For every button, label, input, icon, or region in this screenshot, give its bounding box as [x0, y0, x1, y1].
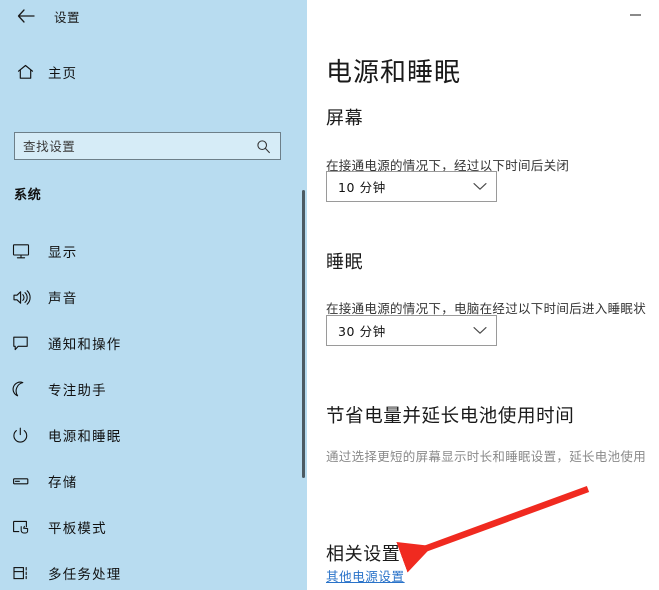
sidebar-section-header: 系统	[14, 188, 42, 203]
sidebar-item-multitasking[interactable]: 多任务处理	[0, 550, 296, 590]
sidebar-item-label: 声音	[48, 291, 78, 307]
search-icon[interactable]	[250, 139, 280, 154]
sidebar-scrollbar-thumb[interactable]	[302, 190, 305, 478]
back-button[interactable]	[8, 2, 44, 30]
sidebar-item-storage[interactable]: 存储	[0, 458, 296, 504]
related-settings-heading: 相关设置	[326, 544, 401, 565]
sidebar-item-label: 通知和操作	[48, 337, 122, 353]
back-arrow-icon	[17, 9, 35, 23]
sidebar-item-label: 专注助手	[48, 383, 107, 399]
minimize-icon	[629, 14, 641, 16]
screen-timeout-dropdown[interactable]: 10 分钟	[326, 171, 497, 202]
main-content: 电源和睡眠 屏幕 在接通电源的情况下，经过以下时间后关闭 10 分钟 睡眠 在接…	[307, 32, 659, 590]
chevron-down-icon	[464, 182, 496, 191]
title-bar: 设置	[0, 0, 659, 32]
sidebar-item-focus-assist[interactable]: 专注助手	[0, 366, 296, 412]
sidebar-item-tablet-mode[interactable]: 平板模式	[0, 504, 296, 550]
sidebar-item-display[interactable]: 显示	[0, 228, 296, 274]
multitasking-icon	[12, 565, 40, 582]
sidebar-item-label: 电源和睡眠	[48, 429, 122, 445]
sidebar-item-label: 存储	[48, 475, 78, 491]
sidebar-item-home[interactable]: 主页	[0, 54, 290, 90]
sleep-section-heading: 睡眠	[326, 252, 364, 273]
minimize-button[interactable]	[615, 2, 655, 28]
battery-section-description: 通过选择更短的屏幕显示时长和睡眠设置，延长电池使用	[326, 449, 647, 464]
sidebar-home-label: 主页	[48, 66, 77, 82]
sidebar-scrollbar-track[interactable]	[300, 32, 307, 590]
search-input[interactable]	[15, 138, 250, 154]
sleep-timeout-dropdown[interactable]: 30 分钟	[326, 315, 497, 346]
settings-window: 设置 主页 系统	[0, 0, 659, 590]
storage-icon	[12, 473, 40, 490]
other-power-settings-link[interactable]: 其他电源设置	[326, 566, 405, 585]
tablet-mode-icon	[12, 519, 40, 536]
sidebar-item-sound[interactable]: 声音	[0, 274, 296, 320]
battery-section-heading: 节省电量并延长电池使用时间	[326, 406, 575, 427]
page-title: 电源和睡眠	[326, 58, 462, 88]
power-icon	[12, 427, 40, 444]
sidebar-item-power-and-sleep[interactable]: 电源和睡眠	[0, 412, 296, 458]
sleep-timeout-value: 30 分钟	[338, 324, 386, 339]
app-title: 设置	[54, 10, 81, 25]
moon-icon	[12, 381, 40, 398]
sidebar-item-notifications[interactable]: 通知和操作	[0, 320, 296, 366]
search-box[interactable]	[14, 132, 281, 160]
speaker-icon	[12, 289, 40, 306]
sidebar-item-label: 显示	[48, 245, 78, 261]
chevron-down-icon	[464, 326, 496, 335]
sidebar-nav: 显示 声音 通知和操作 专注助手 电源和睡眠 存储 平板模式 多任务处理	[0, 228, 296, 590]
screen-section-heading: 屏幕	[326, 108, 364, 129]
monitor-icon	[12, 243, 40, 260]
screen-timeout-value: 10 分钟	[338, 180, 386, 195]
sidebar: 主页 系统 显示	[0, 32, 307, 590]
home-icon	[12, 64, 38, 80]
title-bar-left-region	[0, 0, 307, 32]
sidebar-item-label: 平板模式	[48, 521, 107, 537]
sidebar-item-label: 多任务处理	[48, 567, 122, 583]
notification-bubble-icon	[12, 335, 40, 352]
